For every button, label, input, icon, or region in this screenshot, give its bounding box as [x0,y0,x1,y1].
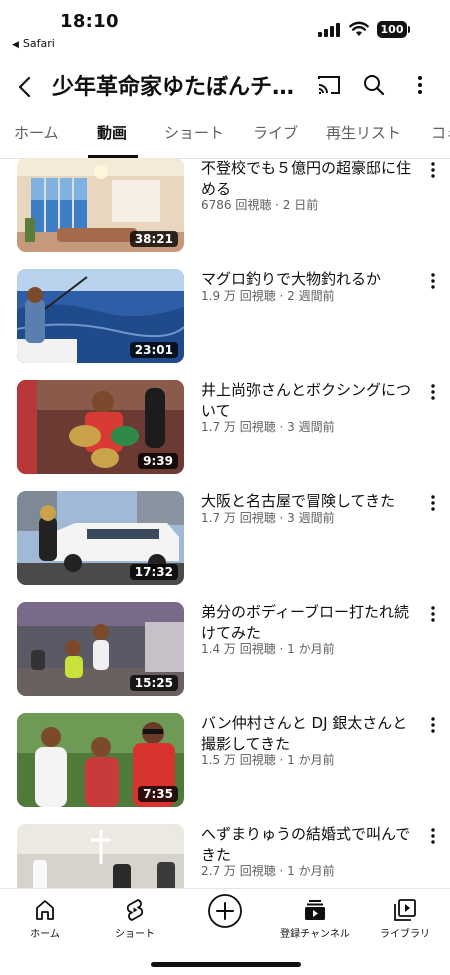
nav-shorts[interactable]: ショート [90,897,180,940]
tab-home[interactable]: ホーム [14,122,59,143]
nav-shorts-label: ショート [115,929,155,940]
video-title[interactable]: 弟分のボディーブロー打たれ続けてみた [201,602,411,644]
battery-level: 100 [377,21,407,38]
nav-home-label: ホーム [30,929,60,940]
tab-live[interactable]: ライブ [253,122,298,143]
video-item[interactable]: 38:21 不登校でも５億円の超豪邸に住める 6786 回視聴 · 2 日前 [0,158,450,254]
tab-videos[interactable]: 動画 [97,122,127,143]
video-duration: 9:39 [138,453,178,469]
video-duration: 23:01 [129,342,178,358]
tab-community[interactable]: コミ [431,122,450,143]
more-vert-icon[interactable] [425,493,441,515]
video-meta: 2.7 万 回視聴 · 1 か月前 [201,864,335,878]
video-meta: 1.7 万 回視聴 · 3 週間前 [201,420,335,434]
video-title[interactable]: バン仲村さんと DJ 銀太さんと撮影してきた [201,713,411,755]
more-vert-icon[interactable] [410,72,430,98]
cast-icon[interactable] [316,72,342,98]
back-to-safari-link[interactable]: ◀ Safari [12,37,55,50]
nav-subscriptions-label: 登録チャンネル [280,929,350,940]
nav-create[interactable] [180,894,270,929]
home-indicator[interactable] [151,962,301,967]
video-thumbnail[interactable]: 7:35 [17,713,184,807]
app-header: 少年革命家ゆたぼんチ… [0,60,450,112]
tab-playlists[interactable]: 再生リスト [326,122,401,143]
video-meta: 1.9 万 回視聴 · 2 週間前 [201,289,335,303]
tab-shorts[interactable]: ショート [164,122,224,143]
more-vert-icon[interactable] [425,271,441,293]
more-vert-icon[interactable] [425,826,441,848]
more-vert-icon[interactable] [425,382,441,404]
video-thumbnail[interactable]: 38:21 [17,158,184,252]
home-icon [36,900,54,920]
wifi-icon [349,21,369,36]
video-meta: 1.5 万 回視聴 · 1 か月前 [201,753,335,767]
video-item[interactable]: 9:39 井上尚弥さんとボクシングについて 1.7 万 回視聴 · 3 週間前 [0,380,450,476]
shorts-icon [126,899,144,921]
video-meta: 6786 回視聴 · 2 日前 [201,198,319,212]
nav-subscriptions[interactable]: 登録チャンネル [270,897,360,940]
video-duration: 17:32 [129,564,178,580]
nav-library[interactable]: ライブラリ [360,897,450,940]
video-title[interactable]: 不登校でも５億円の超豪邸に住める [201,158,411,200]
create-plus-icon [208,894,242,928]
video-duration: 38:21 [129,231,178,247]
video-thumbnail[interactable]: 9:39 [17,380,184,474]
video-item[interactable]: 23:01 マグロ釣りで大物釣れるか 1.9 万 回視聴 · 2 週間前 [0,269,450,365]
channel-title: 少年革命家ゆたぼんチ… [52,75,295,100]
channel-tabs: ホーム 動画 ショート ライブ 再生リスト コミ [0,112,450,159]
search-icon[interactable] [361,72,387,98]
video-duration: 7:35 [138,786,178,802]
subscriptions-icon [305,900,325,920]
video-thumbnail[interactable]: 15:25 [17,602,184,696]
video-duration: 15:25 [129,675,178,691]
video-item[interactable]: 17:32 大阪と名古屋で冒険してきた 1.7 万 回視聴 · 3 週間前 [0,491,450,587]
status-bar: 18:10 ◀ Safari 100 [0,0,450,56]
more-vert-icon[interactable] [425,715,441,737]
video-title[interactable]: 井上尚弥さんとボクシングについて [201,380,411,422]
status-time: 18:10 [60,11,119,32]
video-thumbnail[interactable]: 17:32 [17,491,184,585]
video-item[interactable]: 7:35 バン仲村さんと DJ 銀太さんと撮影してきた 1.5 万 回視聴 · … [0,713,450,809]
more-vert-icon[interactable] [425,604,441,626]
back-arrow-icon[interactable] [10,72,40,102]
library-icon [394,899,416,921]
video-item[interactable]: 15:25 弟分のボディーブロー打たれ続けてみた 1.4 万 回視聴 · 1 か… [0,602,450,698]
more-vert-icon[interactable] [425,160,441,182]
cellular-signal-icon [318,23,342,37]
video-title[interactable]: へずまりゅうの結婚式で叫んできた [201,824,411,866]
nav-library-label: ライブラリ [380,929,430,940]
youtube-channel-videos-page: 18:10 ◀ Safari 100 少年革命家ゆたぼんチ… ホーム 動画 ショ… [0,0,450,975]
nav-home[interactable]: ホーム [0,897,90,940]
back-triangle-icon: ◀ [12,40,19,50]
video-thumbnail[interactable]: 23:01 [17,269,184,363]
battery-tip [408,26,410,33]
video-meta: 1.4 万 回視聴 · 1 か月前 [201,642,335,656]
video-meta: 1.7 万 回視聴 · 3 週間前 [201,511,335,525]
back-app-label: Safari [22,37,55,50]
